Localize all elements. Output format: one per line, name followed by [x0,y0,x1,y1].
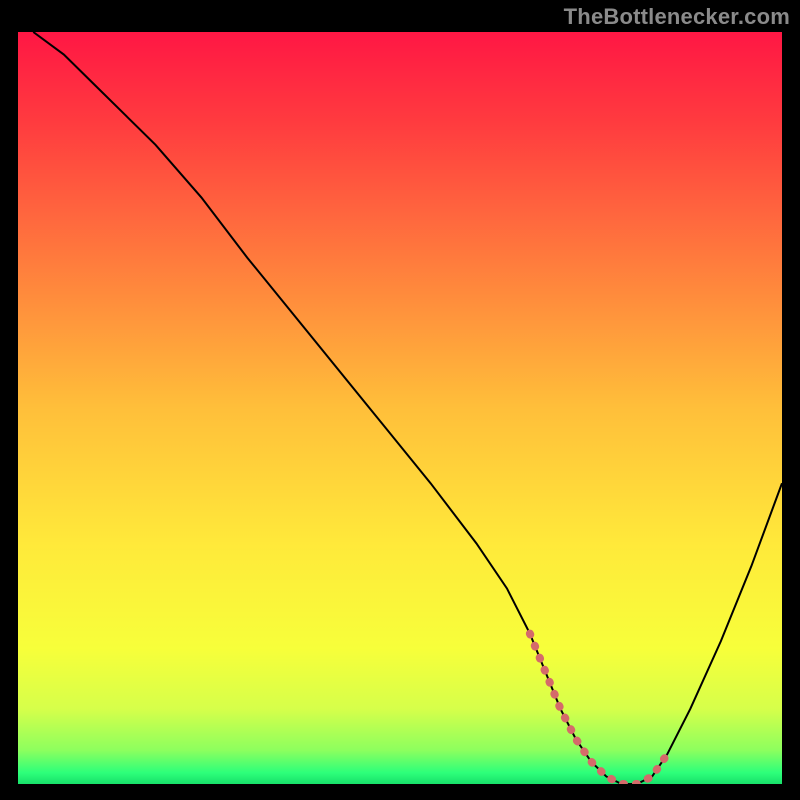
bottleneck-chart [18,32,782,784]
attribution-watermark: TheBottlenecker.com [564,4,790,30]
plot-area [18,32,782,784]
chart-frame: TheBottlenecker.com [0,0,800,800]
gradient-background [18,32,782,784]
